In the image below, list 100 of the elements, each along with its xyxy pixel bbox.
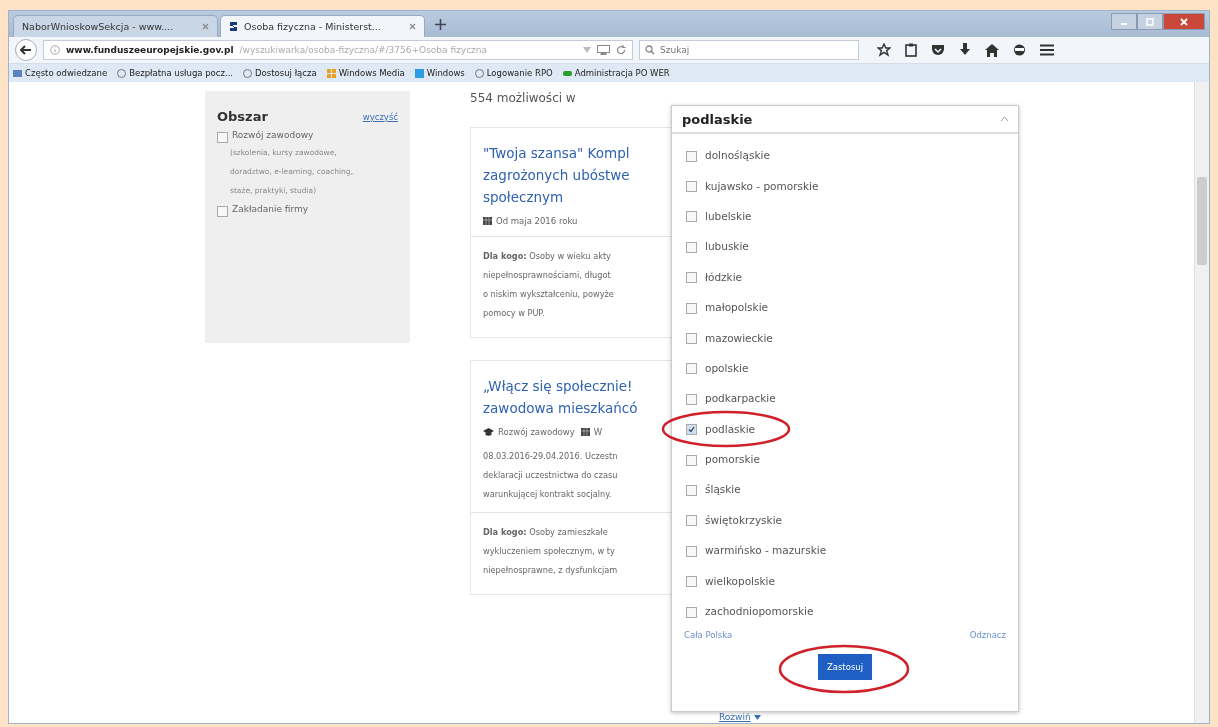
detail-text: 08.03.2016-29.04.2016. Uczestn bbox=[483, 450, 618, 463]
globe-icon bbox=[474, 68, 484, 78]
bookmark-link[interactable]: Administracja PO WER bbox=[562, 68, 670, 78]
expand-link[interactable]: Rozwiń bbox=[719, 712, 761, 722]
region-option[interactable]: warmińsko - mazurskie bbox=[686, 535, 1004, 566]
calendar-icon bbox=[580, 428, 590, 436]
audience-text: wykluczeniem społecznym, w ty bbox=[483, 545, 615, 558]
close-icon bbox=[1179, 17, 1189, 26]
filter-title: Obszar bbox=[217, 109, 268, 124]
new-tab-icon[interactable] bbox=[435, 19, 446, 30]
arrow-left-icon bbox=[20, 45, 32, 55]
checkbox[interactable] bbox=[686, 241, 697, 253]
card-title[interactable]: społecznym bbox=[483, 186, 564, 208]
caret-icon bbox=[1001, 117, 1008, 121]
meta-text: W bbox=[593, 427, 603, 437]
card-title[interactable]: „Włącz się społecznie! bbox=[483, 375, 633, 397]
minimize-button[interactable] bbox=[1111, 13, 1137, 30]
option-label: Rozwój zawodowy bbox=[232, 130, 314, 140]
download-icon[interactable] bbox=[959, 43, 971, 57]
address-field[interactable]: www.funduszeeuropejskie.gov.pl /wyszukiwarka/osoba-fizyczna/#/3756+Osoba fizyczna bbox=[43, 40, 633, 60]
pocket-icon[interactable] bbox=[931, 43, 945, 57]
dropdown-arrow-icon[interactable] bbox=[583, 47, 591, 53]
checkbox[interactable] bbox=[686, 576, 697, 588]
info-icon bbox=[50, 45, 60, 55]
star-icon[interactable] bbox=[877, 43, 891, 57]
checkbox[interactable] bbox=[686, 181, 697, 193]
card-title[interactable]: "Twoja szansa" Kompl bbox=[483, 142, 630, 164]
region-option[interactable]: małopolskie bbox=[686, 291, 1004, 323]
region-option[interactable]: wielkopolskie bbox=[686, 565, 1004, 596]
close-icon[interactable] bbox=[409, 23, 416, 30]
detail-text: deklaracji uczestnictwa do czasu bbox=[483, 469, 618, 482]
region-option[interactable]: lubelskie bbox=[686, 200, 1004, 232]
close-button[interactable] bbox=[1163, 13, 1205, 30]
home-icon[interactable] bbox=[985, 43, 999, 57]
region-option[interactable]: świętokrzyskie bbox=[686, 504, 1004, 536]
region-option[interactable]: pomorskie bbox=[686, 443, 1004, 475]
bookmark-folder-icon bbox=[13, 68, 22, 78]
audience-text: Dla kogo: Osoby w wieku akty bbox=[483, 250, 611, 263]
menu-icon[interactable] bbox=[1040, 44, 1054, 56]
search-field[interactable]: Szukaj bbox=[639, 40, 859, 60]
caret-icon bbox=[753, 714, 761, 720]
meta-text: Od maja 2016 roku bbox=[496, 216, 578, 226]
checkbox[interactable] bbox=[686, 272, 697, 284]
checkbox[interactable] bbox=[686, 333, 697, 345]
checkbox[interactable] bbox=[217, 132, 228, 143]
bookmark-link[interactable]: Dostosuj łącza bbox=[243, 68, 317, 78]
checkbox[interactable] bbox=[686, 545, 697, 557]
browser-tab[interactable]: Osoba fizyczna - Ministerst... bbox=[220, 15, 425, 37]
maximize-button[interactable] bbox=[1137, 13, 1163, 30]
checkbox[interactable] bbox=[686, 606, 697, 618]
globe-icon bbox=[117, 68, 127, 78]
calendar-icon bbox=[483, 217, 492, 225]
bookmark-link[interactable]: Windows Media bbox=[326, 68, 405, 78]
audience-text: o niskim wykształceniu, powyże bbox=[483, 288, 614, 301]
region-option[interactable]: zachodniopomorskie bbox=[686, 595, 1004, 627]
checkbox[interactable] bbox=[686, 424, 697, 436]
site-icon bbox=[229, 21, 238, 32]
checkbox[interactable] bbox=[686, 485, 697, 496]
square-icon bbox=[414, 68, 424, 78]
bookmark-link[interactable]: Bezpłatna usługa pocz... bbox=[117, 68, 234, 78]
audience-text: niepełnosprawne, z dysfunkcjam bbox=[483, 564, 618, 577]
detail-text: warunkującej kontrakt socjalny. bbox=[483, 488, 612, 501]
bookmark-link[interactable]: Często odwiedzane bbox=[13, 68, 108, 78]
clipboard-icon[interactable] bbox=[905, 43, 917, 57]
graduation-cap-icon bbox=[483, 428, 494, 436]
region-option[interactable]: podkarpackie bbox=[686, 383, 1004, 414]
clear-link[interactable]: wyczyść bbox=[362, 111, 398, 122]
region-option[interactable]: lubuskie bbox=[686, 231, 1004, 262]
region-select[interactable]: podlaskie bbox=[672, 106, 1018, 134]
apply-button[interactable]: Zastosuj bbox=[817, 654, 873, 681]
region-option[interactable]: mazowieckie bbox=[686, 322, 1004, 353]
reload-icon[interactable] bbox=[616, 45, 626, 55]
region-option[interactable]: śląskie bbox=[686, 474, 1004, 505]
region-option[interactable]: opolskie bbox=[686, 352, 1004, 384]
checkbox[interactable] bbox=[686, 363, 697, 375]
windows-logo-icon bbox=[326, 68, 336, 78]
bookmark-link[interactable]: Logowanie RPO bbox=[474, 68, 553, 78]
region-option[interactable]: podlaskie bbox=[686, 413, 1004, 444]
checkbox[interactable] bbox=[686, 454, 697, 466]
region-option[interactable]: łódzkie bbox=[686, 261, 1004, 292]
meta-text: Rozwój zawodowy bbox=[498, 427, 575, 437]
pill-icon bbox=[562, 68, 572, 78]
browser-tab[interactable]: NaborWnioskowSekcja - www.... bbox=[13, 15, 218, 37]
checkbox[interactable] bbox=[686, 393, 697, 405]
checkbox[interactable] bbox=[686, 150, 697, 162]
bookmark-link[interactable]: Windows bbox=[414, 68, 465, 78]
back-button[interactable] bbox=[15, 39, 37, 61]
card-title[interactable]: zawodowa mieszkańcó bbox=[483, 397, 638, 419]
region-option[interactable]: kujawsko - pomorskie bbox=[686, 170, 1004, 201]
card-title[interactable]: zagrożonych ubóstwe bbox=[483, 164, 630, 186]
option-label: Zakładanie firmy bbox=[232, 204, 309, 214]
reader-view-icon[interactable] bbox=[597, 45, 610, 55]
checkbox[interactable] bbox=[217, 206, 228, 217]
checkbox[interactable] bbox=[686, 515, 697, 527]
scrollbar[interactable] bbox=[1194, 82, 1209, 723]
region-option[interactable]: dolnośląskie bbox=[686, 140, 1004, 171]
checkbox[interactable] bbox=[686, 302, 697, 314]
close-icon[interactable] bbox=[202, 23, 209, 30]
results-count: 554 możliwości w bbox=[470, 91, 577, 105]
checkbox[interactable] bbox=[686, 211, 697, 223]
